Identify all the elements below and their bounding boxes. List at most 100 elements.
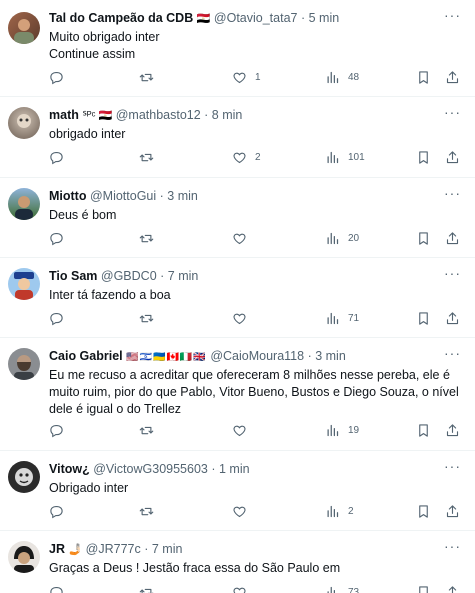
reply-button[interactable] [49,231,72,246]
bookmark-button[interactable] [416,231,431,246]
retweet-icon [139,153,154,162]
views-button[interactable]: 101 [325,150,365,165]
name-suffix: 🤳🏻 [68,544,83,556]
handle[interactable]: @MiottoGui [90,189,156,203]
avatar[interactable] [8,188,40,220]
handle[interactable]: @JR777c [86,542,141,556]
reply-button[interactable] [49,150,72,165]
tweet-header: Tio Sam @GBDC0 · 7 min [49,269,465,283]
more-icon[interactable]: ··· [444,458,461,474]
reply-button[interactable] [49,70,72,85]
action-bar: 20 [49,231,463,249]
display-name[interactable]: Tio Sam [49,269,97,283]
share-button[interactable] [445,70,460,85]
views-button[interactable]: 19 [325,423,359,438]
like-button[interactable] [232,231,255,246]
display-name[interactable]: JR [49,542,65,556]
like-button[interactable] [232,585,255,593]
handle[interactable]: @mathbasto12 [116,108,201,122]
like-button[interactable]: 1 [232,70,261,85]
more-icon[interactable]: ··· [444,7,461,23]
timestamp[interactable]: · 1 min [211,462,249,476]
retweet-button[interactable] [139,423,162,438]
reply-icon [50,312,63,326]
views-button[interactable]: 20 [325,231,359,246]
retweet-button[interactable] [139,231,162,246]
share-button[interactable] [445,423,460,438]
retweet-button[interactable] [139,504,162,519]
like-button[interactable]: 2 [232,150,261,165]
display-name[interactable]: Caio Gabriel [49,349,123,363]
reply-button[interactable] [49,423,72,438]
display-name[interactable]: Vitow¿ [49,462,90,476]
timestamp[interactable]: · 8 min [204,108,242,122]
bookmark-button[interactable] [416,150,431,165]
timestamp[interactable]: · 3 min [308,349,346,363]
avatar[interactable] [8,107,40,139]
handle[interactable]: @Otavio_tata7 [214,11,298,25]
handle[interactable]: @CaioMoura118 [210,349,304,363]
tweet[interactable]: Miotto @MiottoGui · 3 min ··· Deus é bom [0,178,475,258]
tweet[interactable]: Vitow¿ @VictowG30955603 · 1 min ··· Obri… [0,451,475,531]
avatar[interactable] [8,348,40,380]
more-icon[interactable]: ··· [444,265,461,281]
avatar[interactable] [8,12,40,44]
share-icon [446,424,459,437]
views-button[interactable]: 71 [325,311,359,326]
more-icon[interactable]: ··· [444,104,461,120]
tweet-line: muito ruim, pior do que Pablo, Vitor Bue… [49,385,459,399]
heart-icon [233,587,246,593]
share-button[interactable] [445,150,460,165]
timestamp[interactable]: · 3 min [160,189,198,203]
avatar[interactable] [8,541,40,573]
handle[interactable]: @GBDC0 [101,269,157,283]
retweet-button[interactable] [139,311,162,326]
tweet[interactable]: math ᔆᴾᶜ 🇪🇬 @mathbasto12 · 8 min ··· obr… [0,97,475,178]
display-name[interactable]: Miotto [49,189,86,203]
tweet[interactable]: Tal do Campeão da CDB 🇪🇬 @Otavio_tata7 ·… [0,0,475,97]
reply-button[interactable] [49,504,72,519]
tweet[interactable]: Caio Gabriel 🇺🇸🇮🇱🇺🇦🇨🇦🇮🇹🇬🇧 @CaioMoura118 … [0,338,475,451]
views-count: 73 [348,587,360,593]
reply-icon [50,151,63,165]
like-button[interactable] [232,423,255,438]
more-icon[interactable]: ··· [444,538,461,554]
bookmark-button[interactable] [416,70,431,85]
timestamp[interactable]: · 7 min [160,269,198,283]
bookmark-button[interactable] [416,423,431,438]
retweet-button[interactable] [139,585,162,593]
retweet-icon [139,234,154,243]
retweet-button[interactable] [139,70,162,85]
avatar[interactable] [8,268,40,300]
reply-button[interactable] [49,311,72,326]
views-button[interactable]: 2 [325,504,354,519]
tweet-text: Inter tá fazendo a boa [49,287,463,304]
reply-button[interactable] [49,585,72,593]
bookmark-button[interactable] [416,504,431,519]
avatar[interactable] [8,461,40,493]
share-button[interactable] [445,585,460,593]
tweet[interactable]: JR 🤳🏻 @JR777c · 7 min ··· Graças a Deus … [0,531,475,593]
retweet-button[interactable] [139,150,162,165]
like-button[interactable] [232,311,255,326]
views-button[interactable]: 73 [325,585,359,593]
timestamp[interactable]: · 5 min [301,11,339,25]
action-bar: 19 [49,423,463,441]
more-icon[interactable]: ··· [444,345,461,361]
timestamp[interactable]: · 7 min [144,542,182,556]
bookmark-button[interactable] [416,585,431,593]
share-icon [446,232,459,245]
share-button[interactable] [445,311,460,326]
tweet[interactable]: Tio Sam @GBDC0 · 7 min ··· Inter tá faze… [0,258,475,338]
like-button[interactable] [232,504,255,519]
display-name[interactable]: Tal do Campeão da CDB [49,11,193,25]
share-button[interactable] [445,504,460,519]
display-name[interactable]: math [49,108,79,122]
tweet-line: Continue assim [49,47,136,61]
views-button[interactable]: 48 [325,70,359,85]
bookmark-button[interactable] [416,311,431,326]
share-button[interactable] [445,231,460,246]
more-icon[interactable]: ··· [444,185,461,201]
handle[interactable]: @VictowG30955603 [93,462,208,476]
action-bar: 2 [49,504,463,522]
